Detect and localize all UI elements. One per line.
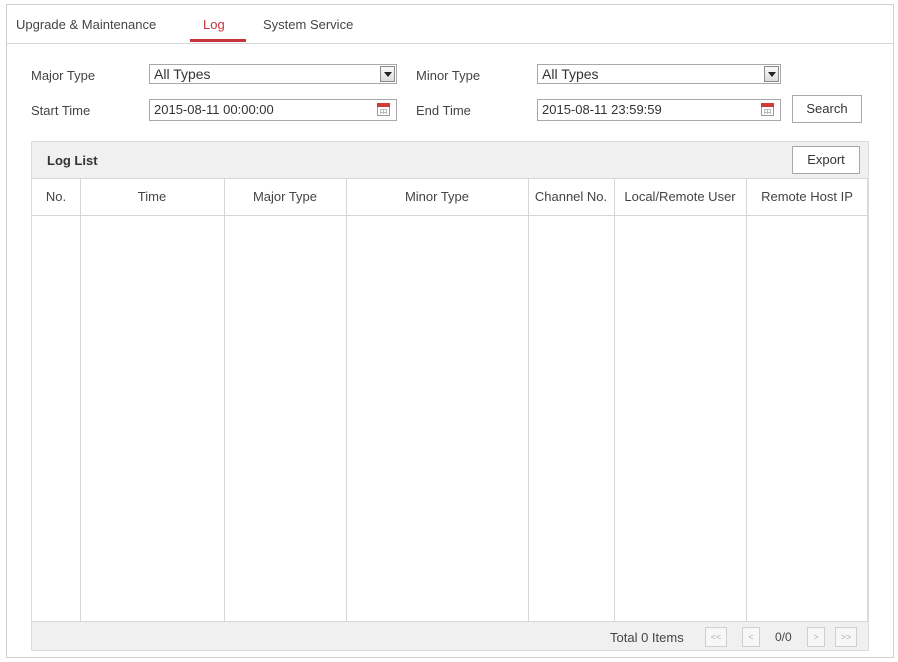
first-page-button[interactable]: <<: [705, 627, 727, 647]
column-divider: [224, 179, 225, 621]
last-page-button[interactable]: >>: [835, 627, 857, 647]
tab-bar: Upgrade & Maintenance Log System Service: [7, 5, 893, 44]
major-type-select[interactable]: All Types: [149, 64, 397, 84]
minor-type-select[interactable]: All Types: [537, 64, 781, 84]
log-list-header: Log List Export: [32, 142, 868, 178]
column-header-channel-no[interactable]: Channel No.: [528, 179, 614, 215]
dropdown-arrow-icon[interactable]: [764, 66, 779, 82]
active-tab-indicator: [190, 39, 246, 42]
pagination-bar: Total 0 Items << < 0/0 > >>: [32, 621, 868, 650]
search-button[interactable]: Search: [792, 95, 862, 123]
end-time-field[interactable]: 2015-08-11 23:59:59: [537, 99, 781, 121]
start-time-label: Start Time: [31, 103, 91, 118]
column-header-minor-type[interactable]: Minor Type: [346, 179, 528, 215]
column-divider: [528, 179, 529, 621]
column-divider: [614, 179, 615, 621]
tab-system-service[interactable]: System Service: [263, 17, 353, 32]
major-type-value: All Types: [154, 66, 211, 82]
column-header-no[interactable]: No.: [32, 179, 80, 215]
column-divider: [867, 179, 868, 621]
log-list-panel: Log List Export No. Time Major Type Mino…: [31, 141, 869, 651]
column-header-time[interactable]: Time: [80, 179, 224, 215]
column-divider: [346, 179, 347, 621]
end-time-label: End Time: [416, 103, 471, 118]
minor-type-value: All Types: [542, 66, 599, 82]
calendar-icon[interactable]: [377, 103, 390, 116]
tab-log[interactable]: Log: [203, 17, 225, 32]
header-divider: [32, 215, 868, 216]
export-button[interactable]: Export: [792, 146, 860, 174]
log-table: No. Time Major Type Minor Type Channel N…: [32, 178, 868, 621]
start-time-field[interactable]: 2015-08-11 00:00:00: [149, 99, 397, 121]
log-page: Upgrade & Maintenance Log System Service…: [6, 4, 894, 658]
tab-upgrade-maintenance[interactable]: Upgrade & Maintenance: [16, 17, 156, 32]
column-divider: [80, 179, 81, 621]
column-divider: [746, 179, 747, 621]
column-header-remote-host-ip[interactable]: Remote Host IP: [746, 179, 868, 215]
log-list-title: Log List: [47, 153, 98, 168]
end-time-value: 2015-08-11 23:59:59: [542, 102, 662, 117]
next-page-button[interactable]: >: [807, 627, 825, 647]
total-items-text: Total 0 Items: [610, 630, 684, 645]
dropdown-arrow-icon[interactable]: [380, 66, 395, 82]
page-indicator: 0/0: [775, 630, 792, 644]
major-type-label: Major Type: [31, 68, 96, 83]
minor-type-label: Minor Type: [416, 68, 481, 83]
column-header-local-remote-user[interactable]: Local/Remote User: [614, 179, 746, 215]
column-header-major-type[interactable]: Major Type: [224, 179, 346, 215]
start-time-value: 2015-08-11 00:00:00: [154, 102, 274, 117]
calendar-icon[interactable]: [761, 103, 774, 116]
prev-page-button[interactable]: <: [742, 627, 760, 647]
